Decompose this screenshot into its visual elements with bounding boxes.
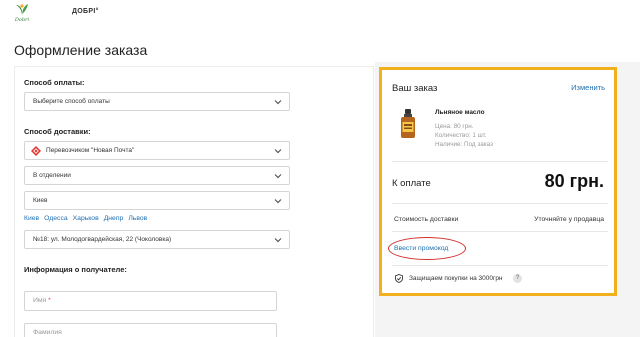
city-link-dnipro[interactable]: Днепр xyxy=(104,215,124,222)
payment-method-select[interactable]: Выберите способ оплаты xyxy=(24,92,290,111)
shipping-cost-label: Стоимость доставки xyxy=(394,216,459,223)
shield-check-icon xyxy=(395,274,403,283)
recipient-info-label: Информация о получателе: xyxy=(24,265,127,274)
help-question-icon[interactable]: ? xyxy=(513,274,522,283)
leaf-logo-icon xyxy=(16,4,28,16)
delivery-type-value: В отделении xyxy=(33,172,71,179)
last-name-placeholder: Фамилия xyxy=(33,329,62,336)
carrier-value: Перевозчиком "Новая Почта" xyxy=(46,147,135,154)
city-select[interactable]: Киев xyxy=(24,191,290,210)
city-link-odesa[interactable]: Одесса xyxy=(44,215,67,222)
divider xyxy=(392,161,608,162)
first-name-placeholder: Имя xyxy=(33,297,47,304)
chevron-down-icon xyxy=(274,199,282,204)
delivery-type-select[interactable]: В отделении xyxy=(24,166,290,185)
product-quantity: Количество: 1 шт. xyxy=(435,132,487,139)
divider xyxy=(392,203,608,204)
divider xyxy=(392,231,608,232)
divider xyxy=(392,265,608,266)
chevron-down-icon xyxy=(274,174,282,179)
city-link-kharkiv[interactable]: Харьков xyxy=(73,215,99,222)
last-name-field[interactable]: Фамилия xyxy=(24,323,277,337)
enter-promo-code-link[interactable]: Ввести промокод xyxy=(394,245,448,252)
required-star: * xyxy=(48,297,51,304)
carrier-select[interactable]: Перевозчиком "Новая Почта" xyxy=(24,141,290,160)
shipping-cost-value: Уточняйте у продавца xyxy=(534,216,604,223)
product-name[interactable]: Льняное масло xyxy=(435,109,485,116)
payment-method-label: Способ оплаты: xyxy=(24,78,85,87)
delivery-method-label: Способ доставки: xyxy=(24,127,91,136)
chevron-down-icon xyxy=(274,100,282,105)
branch-value: №18: ул. Молодогвардейская, 22 (Чоколовк… xyxy=(33,236,172,243)
logo[interactable]: Dobri xyxy=(12,3,32,25)
logo-text: Dobri xyxy=(14,17,30,23)
chevron-down-icon xyxy=(274,149,282,154)
product-availability: Наличие: Под заказ xyxy=(435,141,493,148)
city-link-lviv[interactable]: Львов xyxy=(128,215,147,222)
city-link-kyiv[interactable]: Киев xyxy=(24,215,39,222)
branch-select[interactable]: №18: ул. Молодогвардейская, 22 (Чоколовк… xyxy=(24,230,290,249)
first-name-field[interactable]: Имя * xyxy=(24,291,277,311)
change-order-link[interactable]: Изменить xyxy=(571,83,605,92)
flaxseed-oil-bottle-image[interactable] xyxy=(399,109,417,139)
nova-poshta-icon xyxy=(31,146,41,156)
city-value: Киев xyxy=(33,197,48,204)
checkout-form: Способ оплаты: Выберите способ оплаты Сп… xyxy=(14,66,374,337)
order-summary-card: Ваш заказ Изменить Льняное масло Цена: 8… xyxy=(379,67,617,296)
product-price: Цена: 80 грн. xyxy=(435,123,474,130)
payment-method-value: Выберите способ оплаты xyxy=(33,98,110,105)
total-amount: 80 грн. xyxy=(544,171,604,191)
purchase-protection-text: Защищаем покупки на 3000грн xyxy=(409,275,503,282)
order-title: Ваш заказ xyxy=(392,83,438,94)
quick-city-links: Киев Одесса Харьков Днепр Львов xyxy=(24,215,152,222)
brand-name[interactable]: ДОБРІ° xyxy=(72,8,99,15)
chevron-down-icon xyxy=(274,238,282,243)
total-label: К оплате xyxy=(392,178,431,189)
top-bar: Dobri ДОБРІ° xyxy=(0,0,640,28)
page-title: Оформление заказа xyxy=(14,42,148,58)
